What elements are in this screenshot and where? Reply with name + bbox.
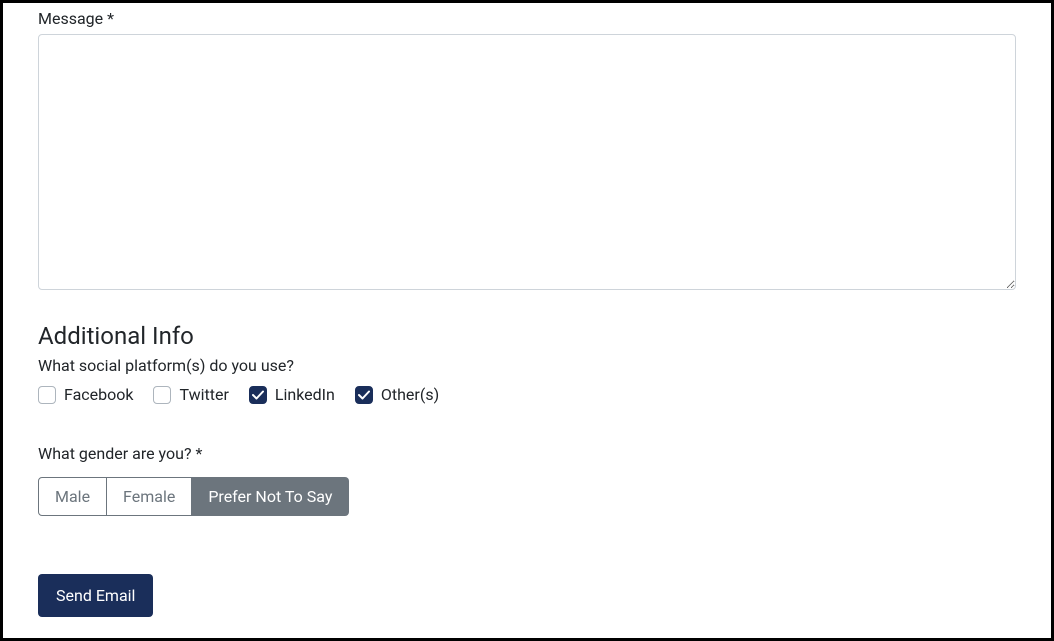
checkbox-twitter[interactable] [153,386,171,404]
social-checkbox-row: Facebook Twitter LinkedIn Other(s) [38,385,1016,404]
send-email-button[interactable]: Send Email [38,574,153,617]
gender-question-label: What gender are you? * [38,444,1016,463]
checkbox-label-twitter: Twitter [179,385,228,404]
checkbox-label-others: Other(s) [381,385,439,404]
social-option-facebook: Facebook [38,385,133,404]
social-option-twitter: Twitter [153,385,228,404]
gender-option-male[interactable]: Male [38,477,107,516]
checkbox-label-linkedin: LinkedIn [275,385,335,404]
checkbox-facebook[interactable] [38,386,56,404]
checkbox-others[interactable] [355,386,373,404]
social-option-others: Other(s) [355,385,439,404]
social-option-linkedin: LinkedIn [249,385,335,404]
social-question-label: What social platform(s) do you use? [38,356,1016,375]
gender-button-group: Male Female Prefer Not To Say [38,477,349,516]
additional-info-heading: Additional Info [38,322,1016,350]
gender-option-female[interactable]: Female [107,477,192,516]
checkbox-label-facebook: Facebook [64,385,133,404]
gender-option-prefer-not-to-say[interactable]: Prefer Not To Say [192,477,349,516]
check-icon [252,390,264,400]
check-icon [358,390,370,400]
checkbox-linkedin[interactable] [249,386,267,404]
message-label: Message * [38,9,1016,28]
message-textarea[interactable] [38,34,1016,290]
